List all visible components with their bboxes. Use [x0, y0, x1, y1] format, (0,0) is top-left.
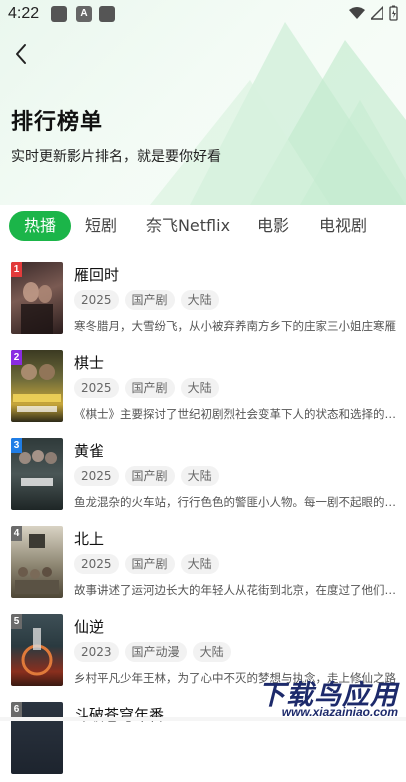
rank-badge: 3	[11, 438, 22, 453]
item-description: 寒冬腊月，大雪纷飞，从小被弃养南方乡下的庄家三小姐庄寒雁	[74, 319, 396, 333]
list-item[interactable]: 3 黄雀 2025 国产剧 大陆 鱼龙混杂的火车站，行行色色的警匪小人物。每一剧…	[0, 438, 406, 518]
bottom-bar	[0, 717, 406, 721]
tag-genre: 国产剧	[124, 466, 175, 486]
wifi-icon	[349, 7, 365, 19]
tab-movie[interactable]: 电影	[250, 211, 296, 241]
tag-region: 大陆	[180, 554, 219, 574]
poster-image: 2	[11, 350, 63, 422]
list-item[interactable]: 2 棋士 2025 国产剧 大陆 《棋士》主要探讨了世纪初剧烈社会变革下人的状态…	[0, 350, 406, 430]
poster-image: 5	[11, 614, 63, 686]
header-banner	[0, 0, 406, 205]
tab-short-drama[interactable]: 短剧	[78, 211, 124, 241]
item-description: 故事讲述了运河边长大的年轻人从花街到北京，在度过了他们的青春	[74, 583, 396, 597]
signal-icon	[371, 6, 383, 20]
item-title: 雁回时	[74, 266, 120, 284]
list-item[interactable]: 4 北上 2025 国产剧 大陆 故事讲述了运河边长大的年轻人从花街到北京，在度…	[0, 526, 406, 606]
poster-image: 1	[11, 262, 63, 334]
item-tags: 2025 国产剧 大陆	[74, 378, 219, 398]
notification-square-icon	[51, 6, 67, 22]
item-title: 棋士	[74, 354, 105, 372]
item-description: 《棋士》主要探讨了世纪初剧烈社会变革下人的状态和选择的故事	[74, 407, 396, 421]
notification-square-icon	[99, 6, 115, 22]
back-button[interactable]	[10, 42, 34, 66]
tag-genre: 国产剧	[124, 554, 175, 574]
item-tags: 2025 国产剧 大陆	[74, 290, 219, 310]
item-tags: 2025 国产剧 大陆	[74, 466, 219, 486]
page-title: 排行榜单	[11, 110, 104, 135]
item-title: 北上	[74, 530, 105, 548]
tag-genre: 国产动漫	[124, 642, 187, 662]
tag-region: 大陆	[192, 642, 231, 662]
tab-tv-series[interactable]: 电视剧	[313, 211, 373, 241]
tag-genre: 国产剧	[124, 378, 175, 398]
rank-badge: 5	[11, 614, 22, 629]
category-tabs: 热播 短剧 奈飞Netflix 电影 电视剧	[0, 211, 406, 245]
status-time: 4:22	[8, 5, 40, 22]
tag-region: 大陆	[180, 466, 219, 486]
item-title: 黄雀	[74, 442, 105, 460]
tag-year: 2025	[74, 554, 119, 574]
tag-year: 2025	[74, 378, 119, 398]
tab-hot[interactable]: 热播	[9, 211, 71, 241]
tab-netflix[interactable]: 奈飞Netflix	[140, 211, 236, 241]
status-bar: 4:22 A	[0, 0, 406, 28]
rank-badge: 1	[11, 262, 22, 277]
poster-image: 6	[11, 702, 63, 774]
item-description: 鱼龙混杂的火车站，行行色色的警匪小人物。每一剧不起眼的故事	[74, 495, 396, 509]
item-title: 仙逆	[74, 618, 105, 636]
tag-year: 2023	[74, 642, 119, 662]
tag-year: 2025	[74, 290, 119, 310]
rank-badge: 6	[11, 702, 22, 717]
rank-badge: 2	[11, 350, 22, 365]
mountain-decoration	[150, 22, 406, 205]
poster-image: 4	[11, 526, 63, 598]
battery-icon	[389, 5, 398, 21]
list-item[interactable]: 1 雁回时 2025 国产剧 大陆 寒冬腊月，大雪纷飞，从小被弃养南方乡下的庄家…	[0, 262, 406, 342]
item-tags: 2023 国产动漫 大陆	[74, 642, 231, 662]
watermark: 下载鸟应用 www.xiazainiao.com	[242, 673, 402, 719]
font-a-icon: A	[76, 6, 92, 22]
item-tags: 2025 国产剧 大陆	[74, 554, 219, 574]
poster-image: 3	[11, 438, 63, 510]
page-subtitle: 实时更新影片排名，就是要你好看	[11, 149, 221, 165]
tag-region: 大陆	[180, 378, 219, 398]
tag-region: 大陆	[180, 290, 219, 310]
tag-year: 2025	[74, 466, 119, 486]
item-title: 斗破苍穹年番	[74, 706, 165, 724]
rank-badge: 4	[11, 526, 22, 541]
tag-genre: 国产剧	[124, 290, 175, 310]
